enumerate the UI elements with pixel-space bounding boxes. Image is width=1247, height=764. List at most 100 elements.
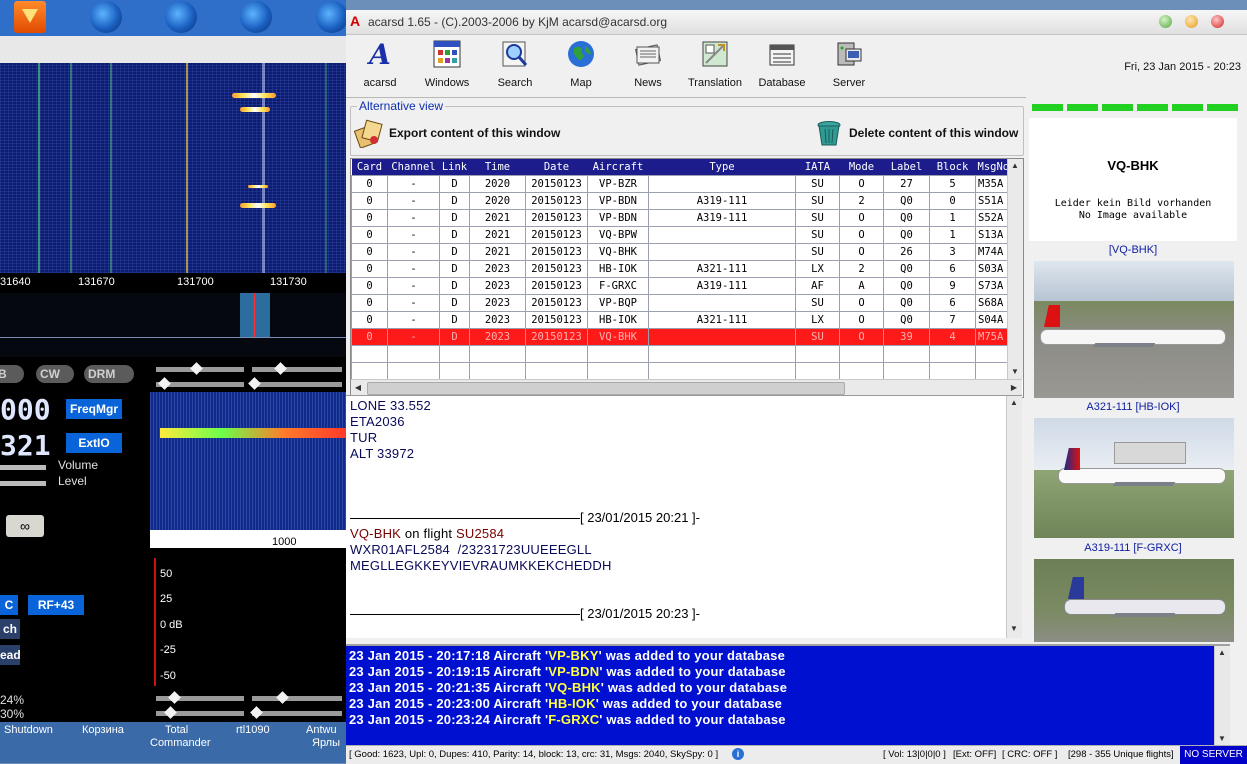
- aircraft-registration[interactable]: VQ-BHK: [350, 526, 401, 541]
- column-header[interactable]: Mode: [839, 159, 884, 176]
- slider-knob[interactable]: [276, 691, 289, 704]
- globe-shortcut-icon[interactable]: [90, 1, 122, 33]
- column-header[interactable]: Date: [525, 159, 588, 176]
- toolbar-map-button[interactable]: Map: [548, 37, 614, 89]
- scroll-down-icon[interactable]: ▼: [1008, 365, 1022, 379]
- app-shortcut-icon[interactable]: [14, 1, 46, 33]
- column-header[interactable]: Label: [883, 159, 930, 176]
- column-header[interactable]: Card: [351, 159, 388, 176]
- column-header[interactable]: Type: [648, 159, 796, 176]
- message-scrollbar[interactable]: ▲ ▼: [1006, 396, 1022, 638]
- scroll-up-icon[interactable]: ▲: [1008, 159, 1022, 173]
- mode-button[interactable]: CW: [36, 365, 74, 383]
- table-row[interactable]: 0- D 2021 20150123 VQ-BPW SU O Q0 1 S13A: [351, 226, 1012, 244]
- globe-shortcut-icon[interactable]: [316, 1, 346, 33]
- column-header[interactable]: Link: [439, 159, 470, 176]
- level-bar[interactable]: [0, 481, 46, 486]
- globe-shortcut-icon[interactable]: [240, 1, 272, 33]
- table-row[interactable]: 0- D 2021 20150123 VQ-BHK SU O 26 3 M74A: [351, 243, 1012, 261]
- scroll-left-icon[interactable]: ◀: [351, 381, 365, 395]
- desktop-item-label[interactable]: Antwu: [306, 724, 337, 736]
- table-row[interactable]: 0- D 2020 20150123 VP-BDN A319-111 SU 2 Q0 0 S51A: [351, 192, 1012, 210]
- image-caption[interactable]: A321-111 [HB-IOK]: [1029, 401, 1237, 413]
- table-row[interactable]: 0- D 2023 20150123 F-GRXC A319-111 AF A Q0 9 S73A: [351, 277, 1012, 295]
- column-header[interactable]: Aircraft: [587, 159, 649, 176]
- slider-knob[interactable]: [250, 706, 263, 719]
- image-caption[interactable]: [VQ-BHK]: [1029, 244, 1237, 256]
- zoom-waterfall[interactable]: [150, 392, 346, 530]
- message-detail-pane[interactable]: LONE 33.552 ETA2036 TUR ALT 33972 [ 23/0…: [346, 395, 1022, 638]
- mode-button[interactable]: SB: [0, 365, 24, 383]
- slider-knob[interactable]: [158, 377, 171, 390]
- desktop-item-label[interactable]: Commander: [150, 737, 211, 749]
- log-registration[interactable]: F-GRXC: [548, 712, 599, 727]
- link-toggle-icon[interactable]: ∞: [6, 515, 44, 537]
- slider-knob[interactable]: [168, 691, 181, 704]
- column-header[interactable]: Channel: [387, 159, 440, 176]
- log-registration[interactable]: HB-IOK: [548, 696, 595, 711]
- log-pane[interactable]: 23 Jan 2015 - 20:17:18 Aircraft 'VP-BKY'…: [346, 644, 1230, 746]
- export-button[interactable]: Export content of this window: [353, 117, 560, 149]
- desktop-item-label[interactable]: Shutdown: [4, 724, 53, 736]
- log-registration[interactable]: VP-BDN: [548, 664, 599, 679]
- slider-knob[interactable]: [164, 706, 177, 719]
- mode-button[interactable]: DRM: [84, 365, 134, 383]
- log-registration[interactable]: VQ-BHK: [548, 680, 600, 695]
- column-header[interactable]: Time: [469, 159, 526, 176]
- extio-button[interactable]: ExtIO: [66, 433, 122, 453]
- scroll-right-icon[interactable]: ▶: [1007, 381, 1021, 395]
- close-button[interactable]: [1211, 15, 1224, 28]
- toolbar-search-button[interactable]: Search: [482, 37, 548, 89]
- log-scrollbar[interactable]: ▲ ▼: [1214, 646, 1230, 746]
- table-row[interactable]: 0- D 2020 20150123 VP-BZR SU O 27 5 M35A: [351, 175, 1012, 193]
- app-icon[interactable]: A: [350, 14, 364, 28]
- info-icon[interactable]: i: [732, 748, 744, 760]
- slider[interactable]: [252, 711, 342, 716]
- aircraft-photo-a321[interactable]: [1034, 261, 1234, 398]
- titlebar[interactable]: A acarsd 1.65 - (C).2003-2006 by KjM aca…: [346, 10, 1247, 35]
- side-button[interactable]: C: [0, 595, 18, 615]
- side-button[interactable]: ead: [0, 645, 21, 665]
- toolbar-news-button[interactable]: News: [615, 37, 681, 89]
- toolbar-windows-button[interactable]: Windows: [414, 37, 480, 89]
- table-row[interactable]: 0- D 2023 20150123 HB-IOK A321-111 LX O Q0 7 S04A: [351, 311, 1012, 329]
- flight-number[interactable]: SU2584: [456, 526, 504, 541]
- waterfall-display[interactable]: [0, 63, 346, 273]
- column-header[interactable]: Block: [929, 159, 976, 176]
- maximize-button[interactable]: [1185, 15, 1198, 28]
- toolbar-acarsd-button[interactable]: A acarsd: [347, 37, 413, 90]
- desktop-item-label[interactable]: Корзина: [82, 724, 124, 736]
- scroll-down-icon[interactable]: ▼: [1007, 622, 1021, 636]
- column-header[interactable]: IATA: [795, 159, 840, 176]
- aircraft-image-card[interactable]: VQ-BHK Leider kein Bild vorhanden No Ima…: [1029, 118, 1237, 241]
- minimize-button[interactable]: [1159, 15, 1172, 28]
- spectrum-display[interactable]: [0, 293, 346, 357]
- slider[interactable]: [252, 696, 342, 701]
- scroll-thumb[interactable]: [367, 382, 845, 395]
- slider-knob[interactable]: [190, 362, 203, 375]
- column-header[interactable]: MsgNo: [975, 159, 1012, 176]
- volume-bar[interactable]: [0, 465, 46, 470]
- freqmgr-button[interactable]: FreqMgr: [66, 399, 122, 419]
- desktop-item-label[interactable]: Total: [165, 724, 188, 736]
- table-row[interactable]: 0- D 2023 20150123 VP-BQP SU O Q0 6 S68A: [351, 294, 1012, 312]
- slider[interactable]: [252, 382, 342, 387]
- desktop-item-label[interactable]: Ярлы: [312, 737, 340, 749]
- delete-button[interactable]: Delete content of this window: [813, 117, 1018, 149]
- slider-knob[interactable]: [274, 362, 287, 375]
- globe-shortcut-icon[interactable]: [165, 1, 197, 33]
- desktop-item-label[interactable]: rtl1090: [236, 724, 270, 736]
- aircraft-photo-a319[interactable]: [1034, 418, 1234, 538]
- table-row[interactable]: 0- D 2021 20150123 VP-BDN A319-111 SU O Q0 1 S52A: [351, 209, 1012, 227]
- rf-gain-button[interactable]: RF+43: [28, 595, 84, 615]
- scroll-up-icon[interactable]: ▲: [1007, 396, 1021, 410]
- image-caption[interactable]: A319-111 [F-GRXC]: [1029, 542, 1237, 554]
- toolbar-database-button[interactable]: Database: [749, 37, 815, 89]
- table-row[interactable]: 0- D 2023 20150123 VQ-BHK SU O 39 4 M75A: [351, 328, 1012, 346]
- table-row[interactable]: 0- D 2023 20150123 HB-IOK A321-111 LX 2 Q0 6 S03A: [351, 260, 1012, 278]
- slider-knob[interactable]: [248, 377, 261, 390]
- side-button[interactable]: ch: [0, 619, 20, 639]
- slider[interactable]: [252, 367, 342, 372]
- log-registration[interactable]: VP-BKY: [548, 648, 598, 663]
- scroll-up-icon[interactable]: ▲: [1215, 646, 1229, 660]
